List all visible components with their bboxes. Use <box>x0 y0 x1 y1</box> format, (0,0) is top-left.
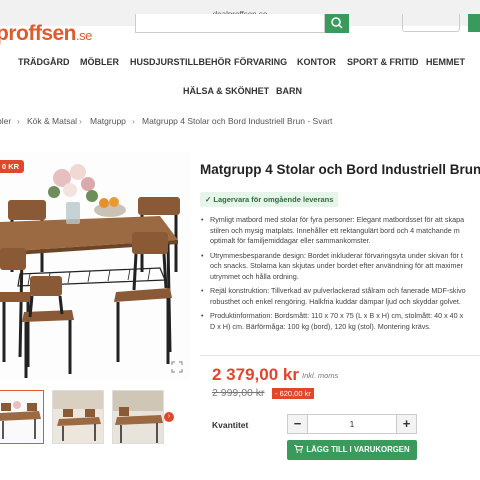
description-bullet: Produktinformation: Bordsmått: 110 x 70 … <box>200 311 480 332</box>
site-logo[interactable]: proffsen.se <box>0 22 92 46</box>
thumbnail-2[interactable] <box>52 390 104 444</box>
header-cart-button[interactable] <box>468 14 480 32</box>
nav-item-hemmet[interactable]: HEMMET <box>426 57 465 67</box>
breadcrumb-item[interactable]: Matgrupp <box>90 116 126 126</box>
stock-badge: ✓ Lagervara för omgående leverans <box>200 192 339 207</box>
nav-item-sport[interactable]: SPORT & FRITID <box>347 57 419 67</box>
divider <box>200 355 480 356</box>
description-line: Rejäl konstruktion: Tillverkad av pulver… <box>210 286 466 295</box>
search-button[interactable] <box>325 14 349 33</box>
discount-badge: - 620,00 kr <box>272 388 314 399</box>
description-line: och snacks. Stolarna kan skjutas under b… <box>210 261 463 270</box>
description-bullet: Rejäl konstruktion: Tillverkad av pulver… <box>200 286 480 307</box>
description-line: Utrymmesbesparande design: Bordet inklud… <box>210 250 463 260</box>
thumbnail-3[interactable] <box>112 390 164 444</box>
nav-item-halsa[interactable]: HÄLSA & SKÖNHET <box>183 86 269 96</box>
account-button[interactable] <box>402 14 460 32</box>
breadcrumb-item[interactable]: Kök & Matsal <box>27 116 77 126</box>
site-header: proffsen.se <box>0 14 480 50</box>
description-line: Produktinformation: Bordsmått: 110 x 70 … <box>210 311 464 320</box>
description-bullet: Rymligt matbord med stolar för fyra pers… <box>200 215 480 247</box>
quantity-label: Kvantitet <box>212 420 249 430</box>
breadcrumb-current: Matgrupp 4 Stolar och Bord Industriell B… <box>142 116 333 126</box>
quantity-increase-button[interactable]: + <box>396 415 416 433</box>
nav-item-tradgard[interactable]: TRÄDGÅRD <box>18 57 70 67</box>
sale-badge: 0 KR <box>0 160 25 173</box>
nav-item-mobler[interactable]: MÖBLER <box>80 57 119 67</box>
description-bullet: Utrymmesbesparande design: Bordet inklud… <box>200 251 480 283</box>
nav-item-husdjur[interactable]: HUSDJURSTILLBEHÖR <box>130 57 231 67</box>
product-photo-svg <box>0 152 190 380</box>
logo-text: proffsen <box>0 22 77 45</box>
description-line: D x H) cm. Bärförmåga: 100 kg (bord), 12… <box>210 321 431 331</box>
zoom-icon[interactable] <box>170 360 184 374</box>
breadcrumb-separator: › <box>132 116 135 126</box>
nav-item-forvaring[interactable]: FÖRVARING <box>234 57 287 67</box>
product-description: Rymligt matbord med stolar för fyra pers… <box>200 215 480 336</box>
breadcrumb-separator: › <box>79 116 82 126</box>
original-price: 2 999,00 kr <box>212 387 265 399</box>
description-line: utrymmet och hålla ordning. <box>210 271 299 281</box>
quantity-input[interactable] <box>308 415 396 433</box>
thumbnail-1[interactable] <box>0 390 44 444</box>
cart-icon <box>294 440 304 460</box>
quantity-decrease-button[interactable]: − <box>288 415 308 433</box>
add-to-cart-button[interactable]: LÄGG TILL I VARUKORGEN <box>287 440 417 460</box>
add-to-cart-label: LÄGG TILL I VARUKORGEN <box>306 445 410 454</box>
price-vat-note: Inkl. moms <box>302 371 339 380</box>
quantity-stepper: − + <box>287 414 417 434</box>
current-price: 2 379,00 kr <box>212 365 299 384</box>
breadcrumb-item[interactable]: bler <box>0 116 11 126</box>
product-main-image[interactable] <box>0 152 190 380</box>
description-line: stilren och mysig matplats. Innehåller e… <box>210 225 460 235</box>
nav-item-kontor[interactable]: KONTOR <box>297 57 336 67</box>
search-input[interactable] <box>135 14 325 33</box>
nav-item-barn[interactable]: BARN <box>276 86 302 96</box>
logo-tld: .se <box>76 28 92 43</box>
thumbnail-strip <box>0 390 180 444</box>
description-line: robusthet och enkel rengöring. Halkfria … <box>210 296 461 306</box>
search-icon <box>331 17 343 29</box>
product-title: Matgrupp 4 Stolar och Bord Industriell B… <box>200 162 480 177</box>
breadcrumb-separator: › <box>17 116 20 126</box>
description-line: optimalt för familjemiddagar eller samma… <box>210 236 371 245</box>
description-line: Rymligt matbord med stolar för fyra pers… <box>210 215 465 224</box>
chevron-right-icon[interactable]: › <box>164 412 174 422</box>
